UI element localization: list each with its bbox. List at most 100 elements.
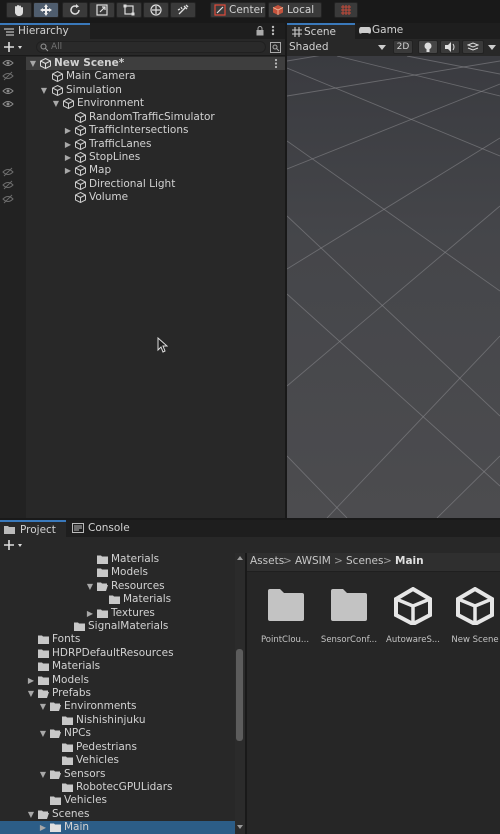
folder-item[interactable]: Pedestrians (0, 741, 235, 754)
move-tool-icon[interactable] (33, 2, 59, 18)
hierarchy-item[interactable]: ▶ Map (26, 164, 285, 177)
folder-item[interactable]: Materials (0, 553, 235, 566)
collapse-arrow-icon[interactable]: ▶ (63, 124, 73, 137)
hidden-eye-icon[interactable] (2, 167, 14, 177)
folder-item[interactable]: ▶ Textures (0, 607, 235, 620)
hierarchy-item[interactable]: ▶ TrafficIntersections (26, 124, 285, 137)
custom-tool-icon[interactable] (170, 2, 196, 18)
hidden-eye-icon[interactable] (2, 180, 14, 190)
tab-console[interactable]: Console (68, 520, 138, 537)
collapse-arrow-icon[interactable]: ▶ (63, 151, 73, 164)
audio-toggle[interactable] (440, 40, 460, 54)
folder-item[interactable]: ▼ Resources (0, 580, 235, 593)
folder-item[interactable]: ▼ Sensors (0, 768, 235, 781)
folder-item[interactable]: RobotecGPULidars (0, 781, 235, 794)
expand-arrow-icon[interactable]: ▼ (26, 808, 36, 821)
hand-tool-icon[interactable] (6, 2, 32, 18)
hierarchy-item[interactable]: Directional Light (26, 178, 285, 191)
kebab-menu-icon[interactable] (274, 58, 278, 69)
lighting-toggle[interactable] (418, 40, 438, 54)
breadcrumb-item[interactable]: Assets (250, 553, 284, 570)
folder-item[interactable]: ▼ NPCs (0, 727, 235, 740)
shading-mode-dropdown[interactable]: Shaded (289, 41, 387, 54)
hierarchy-search-input[interactable]: All (36, 41, 266, 53)
pivot-mode-button[interactable]: Center (210, 2, 266, 18)
hierarchy-item[interactable]: RandomTrafficSimulator (26, 111, 285, 124)
folder-item[interactable]: ▶ Models (0, 674, 235, 687)
panel-splitter[interactable] (285, 23, 287, 518)
breadcrumb-item[interactable]: AWSIM (295, 553, 331, 570)
folder-item[interactable]: Models (0, 566, 235, 579)
folder-item[interactable]: ▼ Scenes (0, 808, 235, 821)
folder-item-selected[interactable]: ▶ Main (0, 821, 235, 834)
tab-hierarchy[interactable]: Hierarchy (0, 23, 90, 39)
create-asset-button[interactable] (4, 538, 28, 552)
collapse-arrow-icon[interactable]: ▶ (63, 164, 73, 177)
hidden-eye-icon[interactable] (2, 71, 14, 81)
asset-tile[interactable]: SensorConf... (319, 587, 379, 647)
expand-arrow-icon[interactable]: ▼ (39, 84, 49, 97)
folder-item[interactable]: SignalMaterials (0, 620, 235, 633)
transform-tool-icon[interactable] (143, 2, 169, 18)
asset-tile[interactable]: New Scene (445, 587, 500, 647)
scrollbar-thumb[interactable] (236, 649, 243, 741)
hierarchy-item[interactable]: ▶ TrafficLanes (26, 138, 285, 151)
scroll-up-icon[interactable] (237, 556, 243, 560)
asset-tile[interactable]: AutowareS... (383, 587, 443, 647)
collapse-arrow-icon[interactable]: ▶ (85, 607, 95, 620)
hierarchy-item[interactable]: ▼ Simulation (26, 84, 285, 97)
scene-root-row[interactable]: ▼ New Scene* (26, 57, 285, 70)
grid-snap-icon[interactable] (334, 2, 358, 18)
hidden-eye-icon[interactable] (2, 194, 14, 204)
rect-tool-icon[interactable] (116, 2, 142, 18)
asset-label: PointClou... (260, 635, 310, 645)
asset-tile[interactable]: PointClou... (255, 587, 315, 647)
create-dropdown-button[interactable] (4, 40, 28, 54)
expand-arrow-icon[interactable]: ▼ (85, 580, 95, 593)
pivot-rotation-button[interactable]: Local (268, 2, 322, 18)
tree-scrollbar[interactable] (235, 553, 245, 834)
expand-arrow-icon[interactable]: ▼ (38, 727, 48, 740)
expand-arrow-icon[interactable]: ▼ (38, 700, 48, 713)
expand-arrow-icon[interactable]: ▼ (26, 687, 36, 700)
expand-arrow-icon[interactable]: ▼ (28, 57, 38, 70)
expand-arrow-icon[interactable]: ▼ (38, 768, 48, 781)
scale-tool-icon[interactable] (89, 2, 115, 18)
tab-project[interactable]: Project (0, 520, 66, 537)
collapse-arrow-icon[interactable]: ▶ (26, 674, 36, 687)
folder-item[interactable]: Vehicles (0, 754, 235, 767)
collapse-arrow-icon[interactable]: ▶ (63, 138, 73, 151)
folder-item[interactable]: Vehicles (0, 794, 235, 807)
hierarchy-item[interactable]: Volume (26, 191, 285, 204)
scroll-down-icon[interactable] (237, 825, 243, 829)
visibility-eye-icon[interactable] (2, 86, 14, 96)
hierarchy-item[interactable]: ▼ Environment (26, 97, 285, 110)
visibility-eye-icon[interactable] (2, 99, 14, 109)
breadcrumb-current[interactable]: Main (395, 553, 424, 570)
folder-item[interactable]: Nishishinjuku (0, 714, 235, 727)
search-filter-icon[interactable] (270, 42, 281, 53)
rotate-tool-icon[interactable] (62, 2, 88, 18)
effects-toggle[interactable] (462, 40, 484, 54)
folder-item[interactable]: Materials (0, 660, 235, 673)
hierarchy-item[interactable]: Main Camera (26, 70, 285, 83)
folder-item[interactable]: ▼ Environments (0, 700, 235, 713)
folder-item[interactable]: ▼ Prefabs (0, 687, 235, 700)
folder-item[interactable]: HDRPDefaultResources (0, 647, 235, 660)
tab-scene[interactable]: Scene (287, 23, 355, 39)
folder-item[interactable]: Fonts (0, 633, 235, 646)
visibility-eye-icon[interactable] (2, 58, 14, 68)
scene-viewport[interactable] (287, 56, 500, 518)
hierarchy-item[interactable]: ▶ StopLines (26, 151, 285, 164)
breadcrumb-item[interactable]: Scenes (346, 553, 383, 570)
tab-console-label: Console (88, 522, 130, 534)
collapse-arrow-icon[interactable]: ▶ (38, 821, 48, 834)
kebab-menu-icon[interactable] (271, 25, 275, 36)
lock-icon[interactable] (256, 26, 264, 36)
tab-game[interactable]: Game (355, 23, 415, 39)
expand-arrow-icon[interactable]: ▼ (51, 97, 61, 110)
chevron-down-icon[interactable] (488, 45, 496, 50)
folder-item[interactable]: Materials (0, 593, 235, 606)
toggle-2d-button[interactable]: 2D (393, 40, 413, 54)
open-folder-icon (50, 729, 61, 738)
